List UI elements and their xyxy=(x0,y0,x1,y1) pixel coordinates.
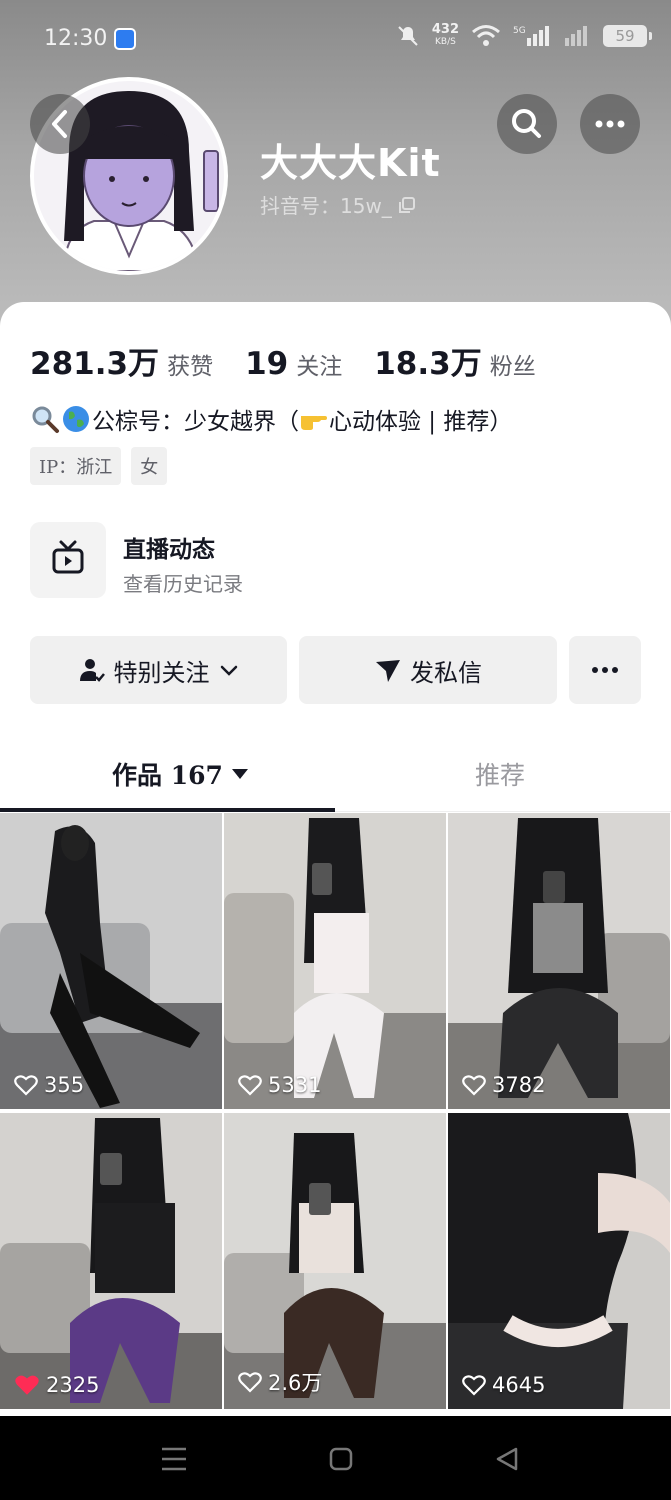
video-like-count: 4645 xyxy=(462,1373,545,1397)
status-time: 12:30 xyxy=(44,26,108,51)
stat-followers[interactable]: 18.3万 粉丝 xyxy=(374,338,536,383)
paper-plane-icon xyxy=(376,660,400,682)
search-icon xyxy=(512,109,541,138)
network-speed: 432 KB/S xyxy=(431,22,459,47)
video-like-count: 355 xyxy=(14,1073,84,1097)
profile-tags: IP：浙江 女 xyxy=(30,447,168,485)
tab-active-underline xyxy=(0,808,335,812)
more-options-button[interactable] xyxy=(580,94,640,154)
video-preview-image xyxy=(0,1113,222,1409)
live-history-subtitle: 查看历史记录 xyxy=(123,572,243,596)
stat-following-count: 19 xyxy=(245,346,289,382)
stat-likes-count: 281.3万 xyxy=(30,346,160,382)
video-like-count: 2.6万 xyxy=(238,1367,322,1397)
ip-location-tag: IP：浙江 xyxy=(30,447,122,485)
douyin-id-text: 抖音号：15w_ xyxy=(260,194,392,218)
search-button[interactable] xyxy=(497,94,557,154)
user-follow-icon xyxy=(79,659,105,682)
video-preview-image xyxy=(448,813,670,1109)
heart-outline-icon xyxy=(238,1372,262,1393)
video-like-count: 5331 xyxy=(238,1073,321,1097)
stat-likes-label: 获赞 xyxy=(167,354,214,380)
stat-following[interactable]: 19 关注 xyxy=(245,346,342,382)
live-history-icon-box[interactable] xyxy=(30,522,106,598)
ellipsis-icon xyxy=(592,667,618,673)
gender-tag: 女 xyxy=(131,447,168,485)
home-icon[interactable] xyxy=(328,1446,354,1472)
tv-icon xyxy=(52,540,84,574)
tab-recommend[interactable]: 推荐 xyxy=(475,756,525,792)
video-like-count: 2325 xyxy=(14,1373,99,1397)
ellipsis-icon xyxy=(595,120,625,128)
profile-username: 大大大Kit xyxy=(260,141,441,185)
copy-icon[interactable] xyxy=(398,196,416,214)
wifi-icon xyxy=(472,25,500,46)
bio-text-tail: 心动体验 | 推荐） xyxy=(329,409,513,435)
heart-outline-icon xyxy=(14,1075,38,1096)
profile-stats: 281.3万 获赞 19 关注 18.3万 粉丝 xyxy=(30,338,568,383)
profile-tabs: 作品 167 推荐 xyxy=(0,742,671,812)
status-bar: 12:30 432 KB/S 5G 59 xyxy=(0,0,671,80)
video-thumbnail[interactable]: 2.6万 xyxy=(224,1113,446,1409)
magnifier-emoji-icon xyxy=(32,406,59,433)
more-actions-button[interactable] xyxy=(569,636,641,704)
tab-works[interactable]: 作品 167 xyxy=(112,756,249,792)
profile-bio: 公棕号：少女越界（ 心动体验 | 推荐） xyxy=(30,402,512,436)
recent-apps-icon[interactable] xyxy=(160,1446,188,1472)
video-preview-image xyxy=(224,813,446,1109)
video-thumbnail[interactable]: 4645 xyxy=(448,1113,670,1409)
stat-following-label: 关注 xyxy=(296,354,343,380)
douyin-id[interactable]: 抖音号：15w_ xyxy=(260,190,416,219)
video-thumbnail[interactable]: 355 xyxy=(0,813,222,1109)
video-preview-image xyxy=(448,1113,670,1409)
profile-card: 281.3万 获赞 19 关注 18.3万 粉丝 公棕号：少女越界（ 心动体验 … xyxy=(0,302,671,1416)
network-type: 5G xyxy=(513,26,526,36)
heart-filled-icon xyxy=(15,1375,39,1395)
bio-text: 公棕号：少女越界（ xyxy=(92,409,299,435)
back-button[interactable] xyxy=(30,94,90,154)
special-follow-button[interactable]: 特别关注 xyxy=(30,636,287,704)
cellular-signal-icon: 5G xyxy=(513,26,549,46)
heart-outline-icon xyxy=(238,1075,262,1096)
caret-down-icon xyxy=(231,769,248,779)
app-notification-icon xyxy=(114,28,136,50)
video-thumbnail[interactable]: 3782 xyxy=(448,813,670,1109)
battery-indicator: 59 xyxy=(603,25,652,47)
cellular-signal-2-icon xyxy=(565,26,587,46)
heart-outline-icon xyxy=(462,1375,486,1396)
system-navigation-bar xyxy=(0,1416,671,1500)
send-message-label: 发私信 xyxy=(410,658,482,687)
video-like-count: 3782 xyxy=(462,1073,545,1097)
video-preview-image xyxy=(224,1113,446,1409)
chevron-left-icon xyxy=(52,110,67,138)
video-preview-image xyxy=(0,813,222,1109)
video-thumbnail[interactable]: 5331 xyxy=(224,813,446,1109)
stat-likes[interactable]: 281.3万 获赞 xyxy=(30,338,213,383)
status-icons: 432 KB/S 5G 59 xyxy=(396,22,652,48)
video-thumbnail[interactable]: 2325 xyxy=(0,1113,222,1409)
live-history-title[interactable]: 直播动态 xyxy=(123,530,215,564)
special-follow-label: 特别关注 xyxy=(113,658,210,687)
pointing-hand-emoji-icon xyxy=(301,416,327,430)
chevron-down-icon xyxy=(220,665,237,676)
globe-emoji-icon xyxy=(63,406,89,432)
back-triangle-icon[interactable] xyxy=(494,1446,520,1472)
stat-followers-label: 粉丝 xyxy=(489,354,536,380)
tab-works-label: 作品 167 xyxy=(112,761,223,790)
heart-outline-icon xyxy=(462,1075,486,1096)
stat-followers-count: 18.3万 xyxy=(374,346,482,382)
mute-bell-icon xyxy=(398,26,418,46)
send-message-button[interactable]: 发私信 xyxy=(299,636,557,704)
